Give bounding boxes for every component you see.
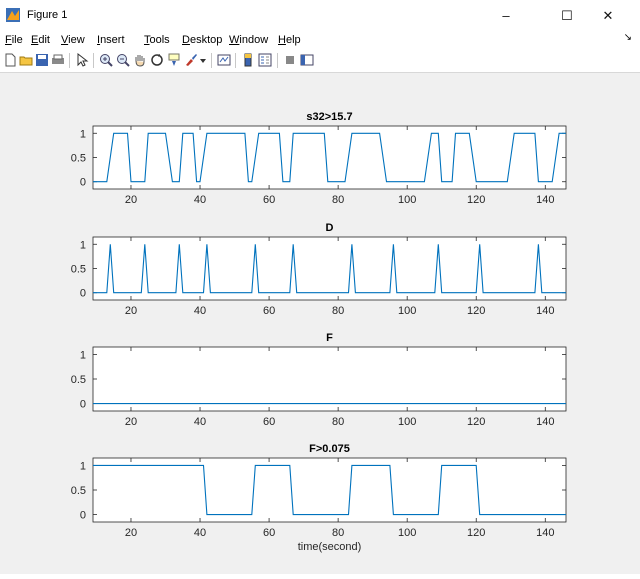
figure-canvas[interactable]: 20 40 60 80 100 120 140 0 0.5 1 s32>15.7 20 40 60 80 10… [0, 73, 640, 574]
x-tick-label: 60 [263, 305, 275, 317]
pointer-icon[interactable] [75, 53, 89, 67]
menu-bar: File Edit View Insert Tools Desktop Wind… [0, 31, 640, 49]
toolbar-separator [235, 53, 236, 68]
close-icon: ✕ [602, 7, 614, 23]
maximize-button[interactable]: ☐ [547, 0, 587, 31]
axes-title: s32>15.7 [306, 111, 352, 123]
axes-3: 20 40 60 80 100 120 140 0 0.5 1 F [71, 332, 567, 428]
rotate-3d-icon[interactable] [150, 53, 164, 67]
new-file-icon[interactable] [3, 53, 17, 67]
y-tick-label: 1 [80, 349, 86, 361]
toolbar-separator [277, 53, 278, 68]
axes-title: F [326, 332, 333, 344]
y-tick-label: 0.5 [71, 374, 86, 386]
x-tick-label: 80 [332, 416, 344, 428]
toolbar-separator [69, 53, 70, 68]
x-tick-label: 140 [536, 305, 554, 317]
x-tick-label: 40 [194, 194, 206, 206]
y-tick-label: 1 [80, 239, 86, 251]
y-tick-label: 0.5 [71, 264, 86, 276]
window-title: Figure 1 [27, 9, 68, 21]
menu-insert[interactable]: Insert [97, 34, 125, 46]
axes-box [92, 125, 567, 190]
zoom-in-icon[interactable] [99, 53, 113, 67]
x-tick-label: 100 [398, 194, 416, 206]
x-tick-label: 120 [467, 305, 485, 317]
menu-view[interactable]: View [61, 34, 85, 46]
menu-help[interactable]: Help [278, 34, 301, 46]
menu-desktop[interactable]: Desktop [182, 34, 222, 46]
minimize-button[interactable]: – [486, 0, 526, 31]
x-tick-label: 140 [536, 527, 554, 539]
title-bar: Figure 1 – ☐ ✕ [0, 0, 640, 31]
print-icon[interactable] [51, 53, 65, 67]
brush-icon[interactable] [184, 53, 198, 67]
x-tick-label: 20 [125, 416, 137, 428]
x-tick-label: 140 [536, 416, 554, 428]
y-tick-label: 0 [80, 510, 86, 522]
axes-box [92, 457, 567, 523]
toolbar [0, 49, 640, 73]
x-tick-label: 20 [125, 194, 137, 206]
menu-window[interactable]: Window [229, 34, 268, 46]
x-tick-label: 120 [467, 527, 485, 539]
maximize-icon: ☐ [561, 7, 573, 23]
y-tick-label: 0 [80, 399, 86, 411]
menu-edit[interactable]: Edit [31, 34, 50, 46]
menu-tools[interactable]: Tools [144, 34, 170, 46]
x-axis-label: time(second) [298, 541, 362, 553]
axes-box [92, 346, 567, 412]
x-tick-label: 100 [398, 416, 416, 428]
x-tick-label: 40 [194, 305, 206, 317]
data-cursor-icon[interactable] [167, 53, 181, 67]
dropdown-arrow-icon[interactable] [199, 53, 207, 67]
x-tick-label: 60 [263, 527, 275, 539]
x-tick-label: 60 [263, 416, 275, 428]
x-tick-label: 120 [467, 194, 485, 206]
x-tick-label: 20 [125, 527, 137, 539]
y-tick-label: 0.5 [71, 485, 86, 497]
open-folder-icon[interactable] [19, 53, 33, 67]
x-tick-label: 60 [263, 194, 275, 206]
save-icon[interactable] [35, 53, 49, 67]
hide-plot-tools-icon[interactable] [283, 53, 297, 67]
axes-title: D [326, 222, 334, 234]
x-tick-label: 80 [332, 194, 344, 206]
x-tick-label: 100 [398, 305, 416, 317]
x-tick-label: 80 [332, 305, 344, 317]
axes-2: 20 40 60 80 100 120 140 0 0.5 1 D [71, 222, 567, 317]
close-button[interactable]: ✕ [588, 0, 628, 31]
show-plot-tools-icon[interactable] [300, 53, 314, 67]
menu-file[interactable]: File [5, 34, 23, 46]
toolbar-separator [93, 53, 94, 68]
x-tick-label: 40 [194, 416, 206, 428]
menu-dock-arrow-icon[interactable]: ↘ [624, 32, 632, 43]
axes-1: 20 40 60 80 100 120 140 0 0.5 1 s32>15.7 [71, 111, 567, 206]
axes-4: 20 40 60 80 100 120 140 0 0.5 1 F>0.075 time(second… [71, 443, 567, 553]
pan-hand-icon[interactable] [133, 53, 147, 67]
x-tick-label: 20 [125, 305, 137, 317]
link-plot-icon[interactable] [217, 53, 231, 67]
axes-title: F>0.075 [309, 443, 350, 455]
x-tick-label: 120 [467, 416, 485, 428]
toolbar-separator [211, 53, 212, 68]
x-tick-label: 140 [536, 194, 554, 206]
axes-box [92, 236, 567, 301]
x-tick-label: 40 [194, 527, 206, 539]
x-tick-label: 100 [398, 527, 416, 539]
y-tick-label: 1 [80, 460, 86, 472]
x-tick-label: 80 [332, 527, 344, 539]
y-tick-label: 1 [80, 128, 86, 140]
zoom-out-icon[interactable] [116, 53, 130, 67]
y-tick-label: 0 [80, 177, 86, 189]
y-tick-label: 0.5 [71, 153, 86, 165]
y-tick-label: 0 [80, 288, 86, 300]
plots-svg: 20 40 60 80 100 120 14000.51s32>15.720 40 60 80 10… [71, 111, 567, 553]
minimize-icon: – [502, 8, 510, 23]
legend-icon[interactable] [258, 53, 272, 67]
colorbar-icon[interactable] [241, 53, 255, 67]
matlab-figure-icon [6, 8, 20, 22]
